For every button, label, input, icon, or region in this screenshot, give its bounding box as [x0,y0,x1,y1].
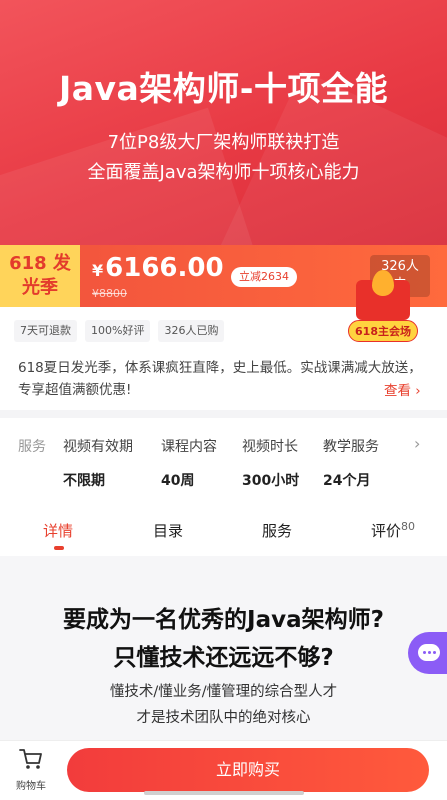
service-item-teaching: 教学服务 24个月 [323,436,379,490]
original-price: ¥8800 [92,287,127,300]
tag-refund: 7天可退款 [14,320,77,342]
tab-details[interactable]: 详情 [43,520,73,541]
chat-icon [418,644,440,661]
chevron-right-icon[interactable]: › [414,434,420,453]
venue-label: 618主会场 [348,320,418,342]
see-more-link[interactable]: 查看 › [384,379,421,399]
cart-button[interactable]: 购物车 [10,747,52,792]
service-item-validity: 视频有效期 不限期 [63,436,133,490]
current-price-value: 6166.00 [105,253,224,283]
course-tags: 7天可退款 100%好评 326人已购 [14,320,225,342]
discount-badge: 立减2634 [231,267,297,287]
service-value: 24个月 [323,473,371,489]
service-key: 课程内容 [161,439,217,455]
promo-tag-line1: 618 发 [9,253,71,274]
service-item-content: 课程内容 40周 [161,436,217,490]
course-title: Java架构师-十项全能 [58,69,389,108]
service-value: 300小时 [242,473,300,489]
service-key: 视频时长 [242,439,298,455]
promo-tag: 618 发 光季 [0,245,80,307]
detail-subtext-1: 懂技术/懂业务/懂管理的综合型人才 [109,684,338,700]
service-key: 教学服务 [323,439,379,455]
promo-description: 618夏日发光季，体系课疯狂直降，史上最低。实战课满减大放送，专享超值满额优惠! [18,360,422,398]
hero-subtitle-2: 全面覆盖Java架构师十项核心能力 [87,162,360,183]
tag-purchased: 326人已购 [158,320,225,342]
cart-icon [19,749,42,769]
tab-reviews[interactable]: 评价80 [371,520,415,541]
tab-catalog[interactable]: 目录 [153,520,183,541]
flame-icon [372,270,394,296]
chat-button[interactable] [408,632,447,674]
service-value: 不限期 [63,473,105,489]
tab-active-indicator [54,546,64,550]
reviews-count: 80 [401,520,416,533]
detail-heading-2: 只懂技术还远远不够? [113,645,334,671]
tag-rating: 100%好评 [85,320,151,342]
promo-tag-line2: 光季 [22,277,58,298]
618-venue-badge[interactable]: 618主会场 [348,270,418,348]
section-divider [0,410,447,418]
tab-service[interactable]: 服务 [262,520,292,541]
service-item-duration: 视频时长 300小时 [242,436,299,490]
tab-bar: 详情 目录 服务 评价80 [0,510,447,554]
detail-heading-1: 要成为一名优秀的Java架构师? [63,607,384,633]
detail-subtext-2: 才是技术团队中的绝对核心 [136,710,311,726]
service-label: 服务 [18,439,46,455]
current-price: ¥6166.00 [92,253,224,283]
hero-subtitle-1: 7位P8级大厂架构师联袂打造 [107,132,340,153]
cart-label: 购物车 [16,781,46,792]
hero-banner: Java架构师-十项全能 7位P8级大厂架构师联袂打造 全面覆盖Java架构师十… [0,0,447,245]
buy-now-button[interactable]: 立即购买 [67,748,429,792]
home-indicator [144,791,304,795]
service-value: 40周 [161,473,195,489]
service-key: 视频有效期 [63,439,133,455]
currency-symbol: ¥ [92,261,104,280]
tab-reviews-label: 评价 [371,522,402,540]
detail-section: 要成为一名优秀的Java架构师? 只懂技术还远远不够? 懂技术/懂业务/懂管理的… [0,556,447,746]
